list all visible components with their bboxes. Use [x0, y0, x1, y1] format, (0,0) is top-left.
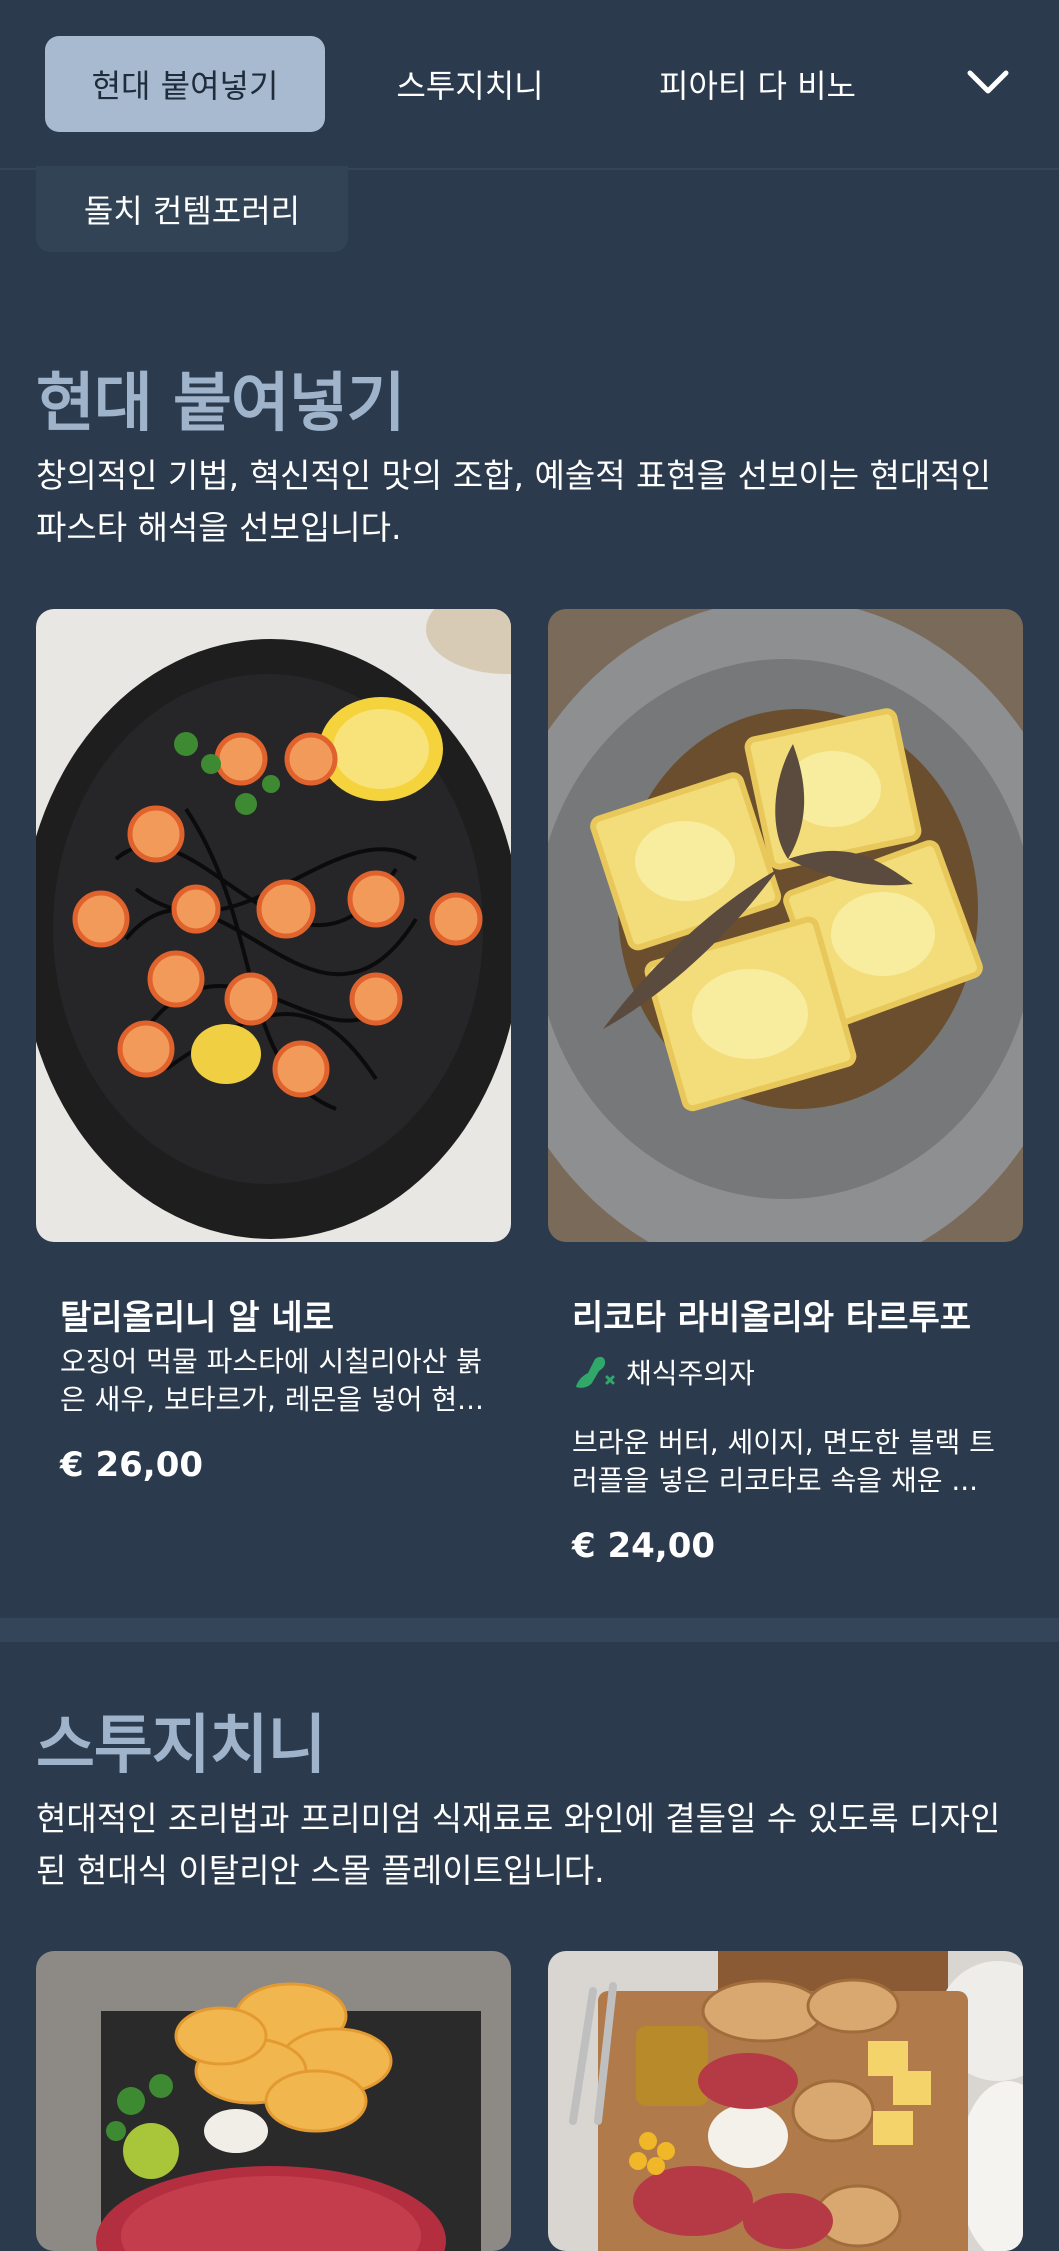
menu-item-image[interactable] [548, 609, 1023, 1242]
menu-item-price: € 24,00 [572, 1526, 716, 1566]
section-title: 현대 붙여넣기 [36, 367, 406, 441]
menu-item-description: 오징어 먹물 파스타에 시칠리아산 붉은 새우, 보타르가, 레몬을 넣어 현.… [60, 1345, 484, 1416]
squid-ink-pasta-photo [36, 609, 511, 1242]
section-description: 현대적인 조리법과 프리미엄 식재료로 와인에 곁들일 수 있도록 디자인된 현… [36, 1799, 1001, 1890]
category-tab-bar: 현대 붙여넣기 스투지치니 피아티 다 비노 [0, 0, 1059, 170]
beef-tartare-photo [36, 1951, 511, 2251]
section-title: 스투지치니 [36, 1709, 326, 1783]
tab-dolci-contemporanei[interactable]: 돌치 컨템포러리 [36, 166, 348, 252]
menu-item-image[interactable] [36, 609, 511, 1242]
menu-item-description: 브라운 버터, 세이지, 면도한 블랙 트러플을 넣은 리코타로 속을 채운 .… [572, 1426, 995, 1497]
charcuterie-board-photo [548, 1951, 1023, 2251]
vegetarian-badge-label: 채식주의자 [626, 1357, 755, 1390]
vegetarian-badge: 채식주의자 [572, 1352, 755, 1392]
tab-stuzzichini[interactable]: 스투지치니 [370, 36, 570, 132]
section-description: 창의적인 기법, 혁신적인 맛의 조합, 예술적 표현을 선보이는 현대적인 파… [36, 456, 991, 547]
menu-item-name[interactable]: 탈리올리니 알 네로 [60, 1290, 334, 1339]
menu-item-image[interactable] [36, 1951, 511, 2251]
section-divider [0, 1618, 1059, 1642]
menu-item-price: € 26,00 [60, 1445, 204, 1485]
menu-item-image[interactable] [548, 1951, 1023, 2251]
ricotta-ravioli-photo [548, 609, 1023, 1242]
vegetarian-leg-icon [576, 1356, 615, 1388]
tab-modern-pasta[interactable]: 현대 붙여넣기 [45, 36, 325, 132]
tab-piatti-da-vino[interactable]: 피아티 다 비노 [635, 36, 880, 132]
chevron-down-icon[interactable] [964, 58, 1012, 106]
menu-item-name[interactable]: 리코타 라비올리와 타르투포 [572, 1290, 971, 1339]
